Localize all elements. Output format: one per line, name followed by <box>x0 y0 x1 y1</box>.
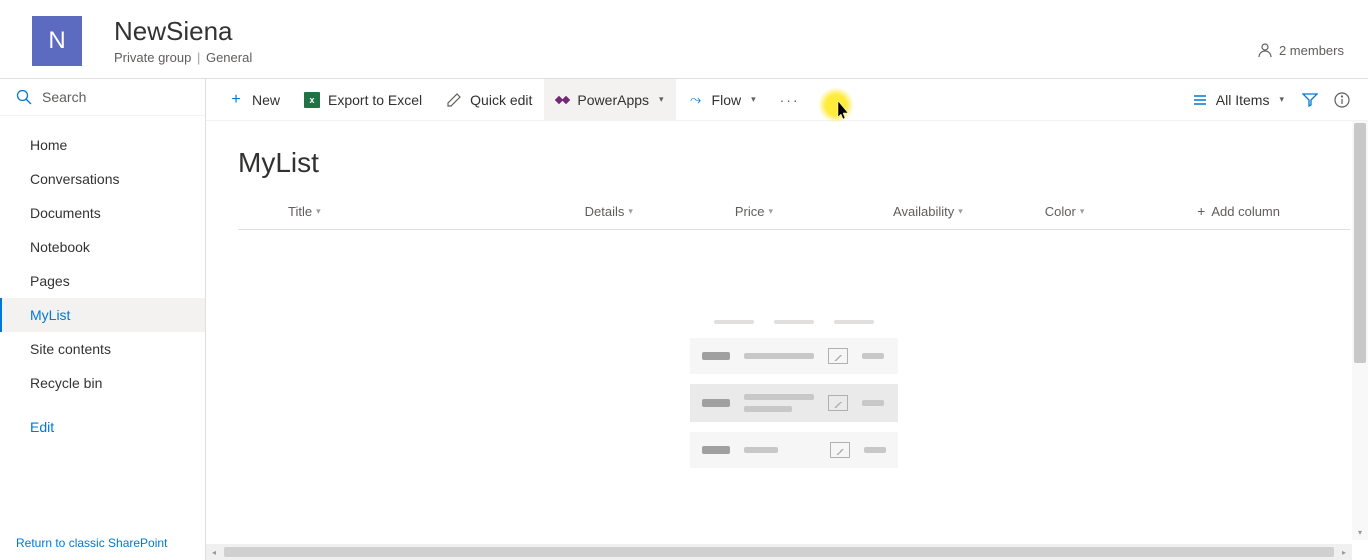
chevron-down-icon: ▾ <box>628 206 633 217</box>
export-excel-button[interactable]: x Export to Excel <box>292 79 434 121</box>
export-label: Export to Excel <box>328 92 422 108</box>
columns-header: Title ▾ Details ▾ Price ▾ Availability ▾ <box>238 203 1350 230</box>
filter-icon <box>1302 92 1318 108</box>
site-header: N NewSiena Private group | General 2 mem… <box>0 0 1368 79</box>
group-type: Private group <box>114 50 191 65</box>
pencil-icon <box>446 92 462 108</box>
filter-button[interactable] <box>1294 79 1326 121</box>
info-button[interactable] <box>1326 79 1358 121</box>
horizontal-scrollbar[interactable]: ◂ ▸ <box>206 544 1352 560</box>
scroll-down-arrow[interactable]: ▾ <box>1352 524 1368 540</box>
sidebar: Search Home Conversations Documents Note… <box>0 79 206 560</box>
view-label: All Items <box>1216 92 1270 108</box>
main: + New x Export to Excel Quick edit <box>206 79 1368 560</box>
col-color[interactable]: Color ▾ <box>1045 204 1085 219</box>
site-logo[interactable]: N <box>32 16 82 66</box>
add-column-button[interactable]: + Add column <box>1197 203 1280 219</box>
scroll-right-arrow[interactable]: ▸ <box>1336 548 1352 557</box>
chevron-down-icon: ▾ <box>659 94 664 105</box>
search-input[interactable]: Search <box>0 79 205 116</box>
more-actions-button[interactable]: ··· <box>768 79 812 121</box>
col-details[interactable]: Details ▾ <box>585 204 633 219</box>
members-button[interactable]: 2 members <box>1257 42 1344 58</box>
plus-icon: + <box>228 92 244 108</box>
nav: Home Conversations Documents Notebook Pa… <box>0 116 205 526</box>
return-classic-link[interactable]: Return to classic SharePoint <box>0 526 205 560</box>
scrollbar-thumb[interactable] <box>224 547 1334 557</box>
site-info: NewSiena Private group | General <box>114 17 1257 65</box>
col-label: Availability <box>893 204 954 219</box>
col-availability[interactable]: Availability ▾ <box>893 204 963 219</box>
col-price[interactable]: Price ▾ <box>735 204 773 219</box>
search-icon <box>16 89 32 105</box>
nav-item-site-contents[interactable]: Site contents <box>0 332 205 366</box>
list-icon <box>1192 92 1208 108</box>
col-label: Price <box>735 204 765 219</box>
search-placeholder: Search <box>42 89 86 105</box>
flow-label: Flow <box>712 92 742 108</box>
site-subtitle: Private group | General <box>114 50 1257 65</box>
chevron-down-icon: ▾ <box>769 206 774 217</box>
nav-item-notebook[interactable]: Notebook <box>0 230 205 264</box>
powerapps-label: PowerApps <box>577 92 649 108</box>
nav-item-pages[interactable]: Pages <box>0 264 205 298</box>
nav-item-documents[interactable]: Documents <box>0 196 205 230</box>
nav-edit-link[interactable]: Edit <box>0 410 205 444</box>
powerapps-icon <box>556 97 569 103</box>
nav-item-home[interactable]: Home <box>0 128 205 162</box>
chevron-down-icon: ▾ <box>1080 206 1085 217</box>
ellipsis-icon: ··· <box>780 92 800 108</box>
powerapps-button[interactable]: PowerApps ▾ <box>544 79 675 121</box>
site-title[interactable]: NewSiena <box>114 17 1257 46</box>
add-column-label: Add column <box>1211 204 1280 219</box>
chevron-down-icon: ▾ <box>958 206 963 217</box>
content: MyList Title ▾ Details ▾ Price ▾ <box>206 121 1368 560</box>
col-title[interactable]: Title ▾ <box>288 204 321 219</box>
flow-icon: ⤳ <box>688 92 704 108</box>
scroll-left-arrow[interactable]: ◂ <box>206 548 222 557</box>
excel-icon: x <box>304 92 320 108</box>
flow-button[interactable]: ⤳ Flow ▾ <box>676 79 768 121</box>
vertical-scrollbar[interactable]: ▾ <box>1352 121 1368 540</box>
col-label: Color <box>1045 204 1076 219</box>
empty-list-illustration <box>238 320 1350 468</box>
view-selector[interactable]: All Items ▾ <box>1182 79 1294 121</box>
chevron-down-icon: ▾ <box>316 206 321 217</box>
plus-icon: + <box>1197 203 1205 219</box>
quick-edit-button[interactable]: Quick edit <box>434 79 544 121</box>
classification: General <box>206 50 252 65</box>
new-button[interactable]: + New <box>216 79 292 121</box>
nav-item-mylist[interactable]: MyList <box>0 298 205 332</box>
chevron-down-icon: ▾ <box>1279 94 1284 105</box>
info-icon <box>1334 92 1350 108</box>
col-label: Title <box>288 204 312 219</box>
nav-item-conversations[interactable]: Conversations <box>0 162 205 196</box>
quick-edit-label: Quick edit <box>470 92 532 108</box>
chevron-down-icon: ▾ <box>751 94 756 105</box>
scrollbar-thumb[interactable] <box>1354 123 1366 363</box>
toolbar: + New x Export to Excel Quick edit <box>206 79 1368 121</box>
col-label: Details <box>585 204 625 219</box>
list-title: MyList <box>238 147 1350 179</box>
members-label: 2 members <box>1279 43 1344 58</box>
new-label: New <box>252 92 280 108</box>
person-icon <box>1257 42 1273 58</box>
nav-item-recycle-bin[interactable]: Recycle bin <box>0 366 205 400</box>
